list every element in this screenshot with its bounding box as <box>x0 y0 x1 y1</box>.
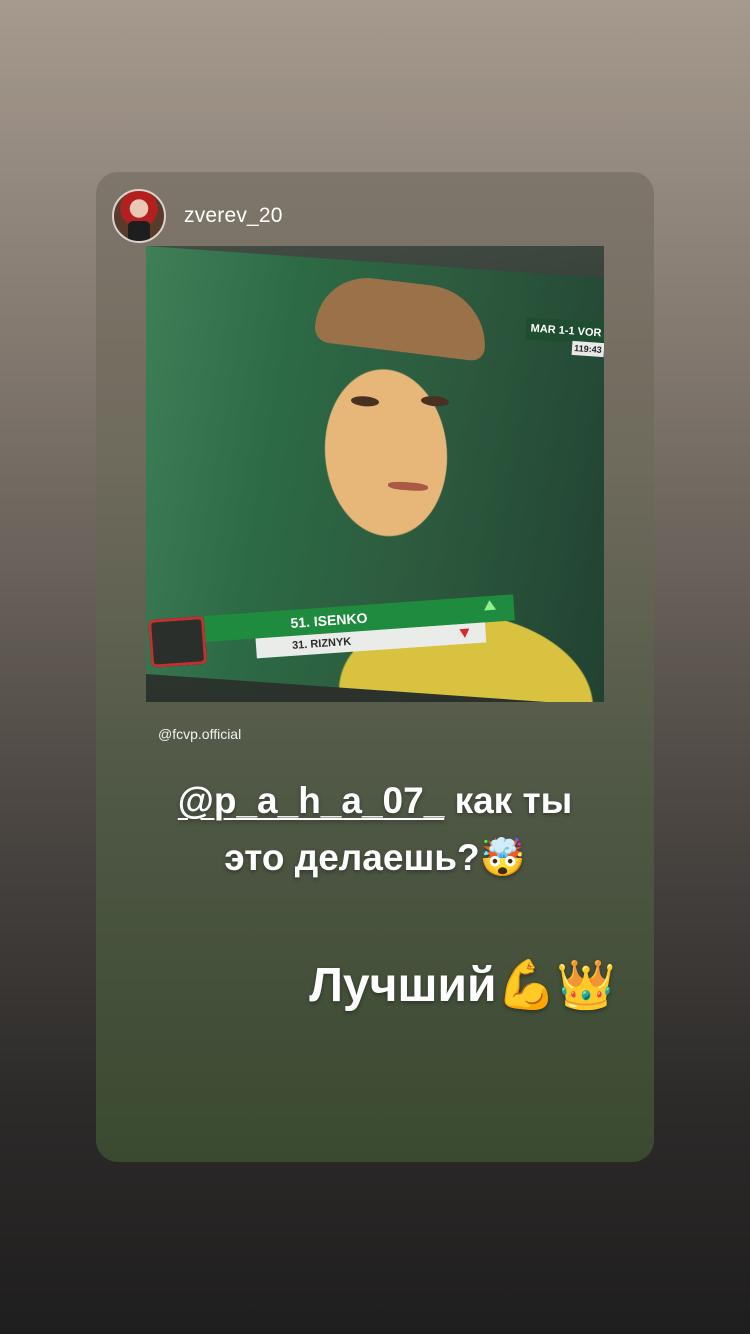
avatar[interactable] <box>112 189 166 243</box>
caption-line-2: это делаешь?🤯 <box>96 836 654 880</box>
caption-text-1: как ты <box>454 780 573 821</box>
player-eye-left <box>351 395 379 408</box>
post-header[interactable]: zverev_20 <box>112 188 283 244</box>
match-clock: 119:43 <box>571 340 604 358</box>
username[interactable]: zverev_20 <box>184 204 283 228</box>
player-out-name: 31. RIZNYK <box>291 635 352 652</box>
club-logo <box>147 616 208 668</box>
caption-line-1: @p_a_h_a_07_ как ты <box>96 780 654 822</box>
mention-link[interactable]: @p_a_h_a_07_ <box>178 780 444 821</box>
shared-post-card[interactable]: zverev_20 MAR 1-1 VOR 119:43 51. ISENKO … <box>96 172 654 1162</box>
flex-crown-emojis: 💪👑 <box>496 957 616 1013</box>
photo-credit[interactable]: @fcvp.official <box>158 726 241 742</box>
caption-text-2: это делаешь? <box>224 837 480 878</box>
arrow-up-icon <box>483 599 497 611</box>
post-photo[interactable]: MAR 1-1 VOR 119:43 51. ISENKO 31. RIZNYK <box>146 246 604 702</box>
caption-line-3: Лучший💪👑 <box>96 956 616 1013</box>
caption-text-3: Лучший <box>309 959 497 1012</box>
mind-blown-emoji: 🤯 <box>479 836 526 879</box>
player-hair <box>314 271 488 363</box>
arrow-down-icon <box>459 628 470 639</box>
player-in-name: 51. ISENKO <box>289 609 368 631</box>
player-mouth <box>388 480 428 492</box>
player-eye-right <box>421 395 449 408</box>
